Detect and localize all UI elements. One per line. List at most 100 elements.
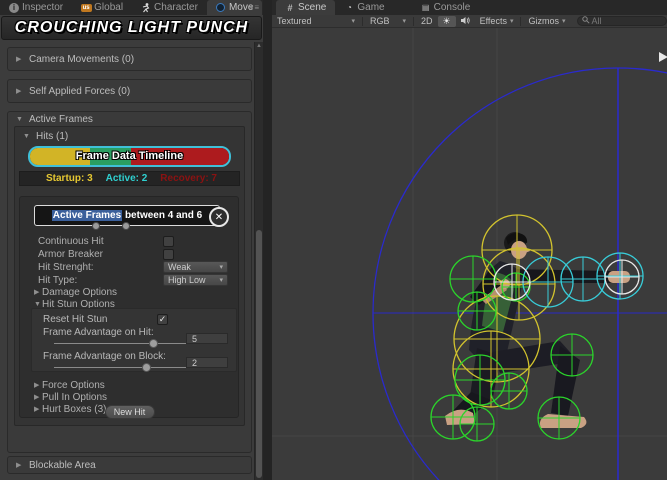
tab-label: Scene — [298, 2, 327, 13]
hits-foldout[interactable]: ▼ Hits (1) — [23, 131, 68, 142]
timeline-bar — [28, 146, 231, 167]
field-label: Reset Hit Stun — [43, 313, 108, 325]
inspector-scrollbar[interactable]: ▲ — [254, 42, 263, 480]
field-label: Armor Breaker — [38, 248, 104, 260]
scene-panel: # Scene ◔ Game ▤ Console Textured ▾ RGB … — [272, 0, 667, 480]
section-label: Active Frames — [29, 113, 93, 125]
hit-strength-row: Hit Strenght: Weak ▾ — [38, 261, 230, 273]
close-icon: ✕ — [214, 211, 224, 223]
2d-toggle-button[interactable]: 2D — [416, 15, 438, 27]
close-hit-button[interactable]: ✕ — [209, 207, 229, 227]
panel-menu-icon[interactable]: ▾≡ — [249, 3, 260, 12]
fa-hit-slider-handle[interactable] — [149, 339, 158, 348]
fa-block-slider-row: 2 — [43, 357, 232, 374]
dropdown-value: Gizmos — [528, 16, 559, 26]
section-blockable-area[interactable]: ▶ Blockable Area — [7, 456, 252, 474]
search-icon — [581, 16, 590, 26]
dropdown-arrow-icon: ▾ — [219, 277, 223, 284]
popup-arrow-icon: ▾ — [561, 18, 566, 25]
active-stat: Active: 2 — [105, 173, 148, 184]
console-icon: ▤ — [421, 3, 430, 12]
dropdown-value: Weak — [168, 262, 191, 272]
tab-label: Console — [433, 2, 471, 13]
inspector-panel: i Inspector us Global Character Move ▾≡ … — [0, 0, 263, 480]
hit-type-row: Hit Type: High Low ▾ — [38, 274, 230, 286]
fa-block-slider[interactable] — [54, 363, 206, 372]
foldout-label: Force Options — [42, 379, 105, 391]
toolbar-divider — [413, 16, 414, 26]
gizmo-arrow-icon — [659, 52, 667, 62]
range-max-handle[interactable] — [122, 222, 130, 230]
tab-label: Inspector — [22, 2, 64, 13]
tab-label: Global — [94, 2, 124, 13]
foldout-collapsed-icon: ▶ — [34, 406, 40, 413]
field-label: Frame Advantage on Hit: — [43, 326, 154, 338]
tab-inspector[interactable]: i Inspector — [0, 0, 72, 15]
draw-mode-dropdown[interactable]: Textured ▾ — [272, 15, 360, 27]
render-mode-dropdown[interactable]: RGB ▾ — [365, 15, 411, 27]
dropdown-value: RGB — [370, 16, 390, 26]
range-min-handle[interactable] — [92, 222, 100, 230]
section-self-applied-forces[interactable]: ▶ Self Applied Forces (0) — [7, 79, 252, 103]
tab-character[interactable]: Character — [132, 0, 207, 15]
fa-block-value-field[interactable]: 2 — [186, 357, 228, 368]
ufe-editor-window: i Inspector us Global Character Move ▾≡ … — [0, 0, 667, 480]
hits-label: Hits (1) — [36, 131, 69, 142]
active-frames-foldout[interactable]: ▼ Active Frames — [8, 112, 251, 126]
move-title-banner: CROUCHING LIGHT PUNCH — [1, 16, 262, 40]
hit-strength-dropdown[interactable]: Weak ▾ — [163, 261, 228, 273]
section-label: Self Applied Forces (0) — [29, 85, 131, 97]
timeline-segment-recovery — [131, 148, 229, 165]
move-icon — [216, 3, 226, 12]
ufe-badge-icon: us — [80, 3, 92, 12]
tab-label: Game — [357, 2, 385, 13]
tab-console[interactable]: ▤ Console — [412, 0, 480, 15]
frame-stats-row: Startup: 3 Active: 2 Recovery: 7 — [19, 171, 240, 186]
hit-type-dropdown[interactable]: High Low ▾ — [163, 274, 228, 286]
scene-viewport[interactable] — [272, 28, 667, 480]
panel-separator[interactable] — [263, 0, 272, 480]
foldout-label: Hurt Boxes (3) — [42, 403, 107, 415]
scrollbar-thumb[interactable] — [256, 230, 262, 478]
fa-hit-value-field[interactable]: 5 — [186, 333, 228, 344]
person-icon — [141, 2, 151, 13]
field-label: Hit Strenght: — [38, 261, 94, 273]
new-hit-button[interactable]: New Hit — [104, 405, 155, 419]
scroll-up-icon[interactable]: ▲ — [256, 43, 262, 49]
scene-search-input[interactable]: All — [576, 16, 667, 26]
sun-icon: ☀ — [442, 15, 451, 26]
damage-options-foldout[interactable]: ▶ Damage Options — [34, 286, 230, 298]
speaker-icon — [460, 16, 470, 27]
continuous-hit-checkbox[interactable] — [163, 235, 174, 247]
inspector-tabbar: i Inspector us Global Character Move ▾≡ — [0, 0, 263, 15]
fa-block-slider-handle[interactable] — [142, 363, 151, 372]
force-options-foldout[interactable]: ▶ Force Options — [34, 379, 230, 391]
dropdown-arrow-icon: ▾ — [219, 264, 223, 271]
tab-game[interactable]: ◔ Game — [335, 0, 393, 15]
check-icon: ✓ — [158, 313, 167, 324]
timeline-segment-startup — [30, 148, 90, 165]
tab-label: Character — [154, 2, 198, 13]
tab-global[interactable]: us Global — [72, 0, 132, 15]
pull-in-options-foldout[interactable]: ▶ Pull In Options — [34, 391, 230, 403]
foldout-expanded-icon: ▼ — [16, 115, 23, 123]
armor-breaker-checkbox[interactable] — [163, 248, 174, 260]
foldout-expanded-icon: ▼ — [23, 133, 30, 140]
foldout-collapsed-icon: ▶ — [34, 394, 40, 401]
startup-stat: Startup: 3 — [46, 173, 93, 184]
field-value: 5 — [192, 333, 198, 344]
effects-dropdown[interactable]: Effects ▾ — [475, 15, 519, 27]
recovery-stat: Recovery: 7 — [160, 173, 217, 184]
gizmos-dropdown[interactable]: Gizmos ▾ — [523, 15, 570, 27]
audio-toggle-button[interactable] — [456, 15, 475, 27]
section-camera-movements[interactable]: ▶ Camera Movements (0) — [7, 47, 252, 71]
hit-stun-box: Reset Hit Stun ✓ Frame Advantage on Hit:… — [31, 308, 237, 372]
fa-hit-slider[interactable] — [54, 339, 206, 348]
foldout-collapsed-icon: ▶ — [16, 56, 22, 63]
reset-hit-stun-checkbox[interactable]: ✓ — [157, 313, 168, 325]
field-label: Frame Advantage on Block: — [43, 350, 166, 362]
lighting-toggle-button[interactable]: ☀ — [437, 15, 456, 27]
field-label: Hit Type: — [38, 274, 78, 286]
search-text: All — [591, 16, 602, 26]
tab-scene[interactable]: # Scene — [276, 0, 336, 15]
